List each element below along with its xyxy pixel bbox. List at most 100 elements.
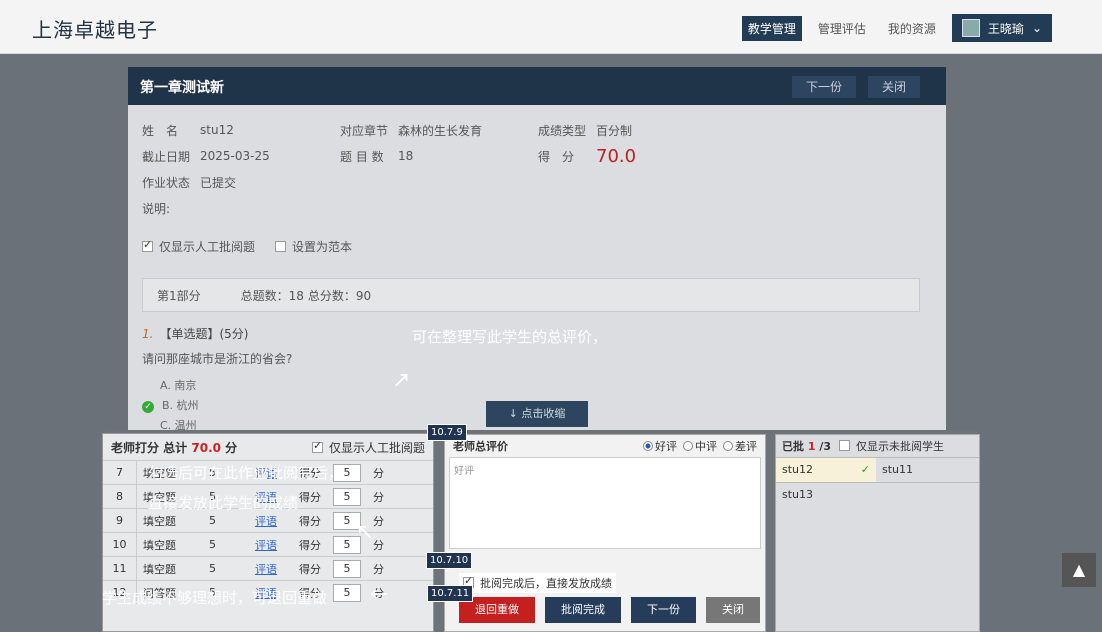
brand-logo: 上海卓越电子 — [32, 18, 158, 42]
arrow-icon: ↖ — [356, 520, 375, 545]
manual-only-option[interactable]: 仅显示人工批阅题 — [142, 238, 255, 255]
radio-icon — [643, 441, 653, 451]
value-due: 2025-03-25 — [200, 149, 270, 163]
question-points: 5 — [209, 514, 216, 527]
part-total-score: 总分数：90 — [307, 288, 372, 303]
comment-link[interactable]: 评语 — [249, 513, 293, 529]
radio-icon — [723, 441, 733, 451]
comment-link[interactable]: 评语 — [249, 537, 293, 553]
nav-resources[interactable]: 我的资源 — [882, 16, 942, 41]
value-chapter: 森林的生长发育 — [398, 123, 483, 138]
radio-bad[interactable]: 差评 — [723, 438, 757, 454]
table-row: 10 填空题 5 评语 得分 5 分 — [103, 532, 433, 556]
top-nav: 教学管理 管理评估 我的资源 王晓瑜 ⌄ — [741, 14, 1052, 42]
collapse-button[interactable]: ↓ 点击收缩 — [486, 401, 588, 427]
version-tag: 10.7.11 — [427, 585, 474, 602]
checkbox-icon — [275, 241, 287, 252]
label-status: 作业状态 — [142, 175, 191, 190]
radio-medium[interactable]: 中评 — [683, 438, 717, 454]
question-number: 1. — [142, 327, 154, 341]
label-score: 得 分 — [538, 149, 575, 164]
student-item[interactable]: stu11 — [876, 458, 976, 482]
row-number: 7 — [103, 461, 137, 484]
top-bar: 上海卓越电子 教学管理 管理评估 我的资源 王晓瑜 ⌄ — [0, 0, 1102, 54]
student-item[interactable]: stu13 — [776, 483, 876, 507]
question-type: 填空题 — [143, 538, 176, 552]
score-input[interactable]: 5 — [333, 559, 361, 578]
options-bar: 仅显示人工批阅题 设置为范本 — [142, 238, 352, 255]
score-input[interactable]: 5 — [333, 583, 361, 602]
label-due: 截止日期 — [142, 149, 191, 164]
question-points: 5 — [209, 562, 216, 575]
correct-icon: ✓ — [142, 401, 154, 413]
value-score: 70.0 — [596, 145, 637, 167]
score-label: 得分 — [299, 538, 321, 552]
student-list-panel: 已批 1 /3 仅显示未批阅学生 stu12 ✓ stu11 stu13 — [775, 434, 980, 632]
unit-label: 分 — [373, 562, 384, 576]
checkbox-icon — [839, 440, 851, 451]
check-icon: ✓ — [860, 463, 870, 476]
set-template-option[interactable]: 设置为范本 — [275, 238, 352, 255]
unit-label: 分 — [373, 466, 384, 480]
score-total: 老师打分 总计 70.0 分 — [111, 440, 238, 455]
version-tag: 10.7.10 — [426, 552, 473, 569]
value-status: 已提交 — [200, 175, 237, 190]
evaluation-panel: 老师总评价 好评 中评 差评 好评 批阅完成后，直接发放成绩 退回重做 批阅完成… — [444, 434, 766, 632]
score-label: 得分 — [299, 562, 321, 576]
checked-count: 已批 1 /3 — [782, 440, 832, 453]
student-item[interactable]: stu12 ✓ — [776, 458, 876, 482]
part-header: 第1部分 总题数：18 总分数：90 — [142, 278, 920, 312]
option-a: A. 南京 — [160, 379, 197, 392]
row-number: 8 — [103, 485, 137, 508]
user-menu[interactable]: 王晓瑜 ⌄ — [951, 14, 1052, 42]
question-text: 请问那座城市是浙江的省会? — [142, 352, 293, 366]
label-type: 成绩类型 — [538, 123, 587, 138]
checkbox-icon — [142, 238, 153, 252]
close-button[interactable]: 关闭 — [868, 76, 921, 98]
part-name: 第1部分 — [157, 288, 201, 303]
evaluation-textarea[interactable]: 好评 — [449, 457, 761, 549]
radio-good[interactable]: 好评 — [643, 438, 677, 454]
avatar — [961, 19, 980, 37]
option-b: B. 杭州 — [162, 399, 199, 412]
info-block: 姓 名 stu12 对应章节 森林的生长发育 成绩类型 百分制 截止日期 202… — [142, 117, 922, 221]
publish-option[interactable]: 批阅完成后，直接发放成绩 — [459, 573, 616, 593]
row-number: 11 — [103, 557, 137, 580]
unit-label: 分 — [373, 490, 384, 504]
question-type: 填空题 — [143, 514, 176, 528]
arrow-icon: ↗ — [392, 368, 411, 393]
value-type: 百分制 — [596, 123, 633, 138]
chevron-down-icon: ⌄ — [1031, 21, 1042, 35]
annotation-publish-2: 直接发放此学生的成绩 — [148, 494, 299, 512]
value-count: 18 — [398, 149, 414, 163]
arrow-icon: ← — [370, 582, 389, 607]
part-total-questions: 总题数：18 — [240, 288, 304, 303]
comment-link[interactable]: 评语 — [249, 561, 293, 577]
annotation-return: 学生成绩不够理想时，可退回重做 — [102, 589, 328, 607]
user-name: 王晓瑜 — [987, 21, 1024, 36]
value-name: stu12 — [200, 123, 234, 137]
version-tag: 10.7.9 — [427, 424, 467, 441]
panel-header: 第一章测试新 下一份 关闭 — [128, 67, 946, 105]
question-points: 5 — [209, 538, 216, 551]
close-eval-button[interactable]: 关闭 — [706, 597, 760, 623]
row-number: 9 — [103, 509, 137, 532]
score-label: 得分 — [299, 514, 321, 528]
next-student-button[interactable]: 下一份 — [631, 597, 696, 623]
panel-title: 第一章测试新 — [140, 80, 224, 96]
label-name: 姓 名 — [142, 123, 179, 138]
checkbox-icon — [311, 439, 323, 453]
nav-evaluation[interactable]: 管理评估 — [812, 16, 872, 41]
rating-radios: 好评 中评 差评 — [643, 438, 757, 454]
annotation-evaluation: 可在整理写此学生的总评价， — [412, 328, 608, 346]
label-note: 说明: — [142, 201, 171, 216]
manual-only-toggle[interactable]: 仅显示人工批阅题 — [311, 439, 425, 456]
label-chapter: 对应章节 — [340, 123, 389, 138]
next-button[interactable]: 下一份 — [792, 76, 857, 98]
scroll-top-button[interactable]: ▲ — [1062, 553, 1096, 587]
unreviewed-toggle[interactable]: 仅显示未批阅学生 — [839, 438, 944, 454]
nav-teaching[interactable]: 教学管理 — [741, 15, 802, 41]
label-count: 题 目 数 — [340, 149, 384, 164]
score-input[interactable]: 5 — [333, 487, 361, 506]
complete-button[interactable]: 批阅完成 — [545, 597, 621, 623]
